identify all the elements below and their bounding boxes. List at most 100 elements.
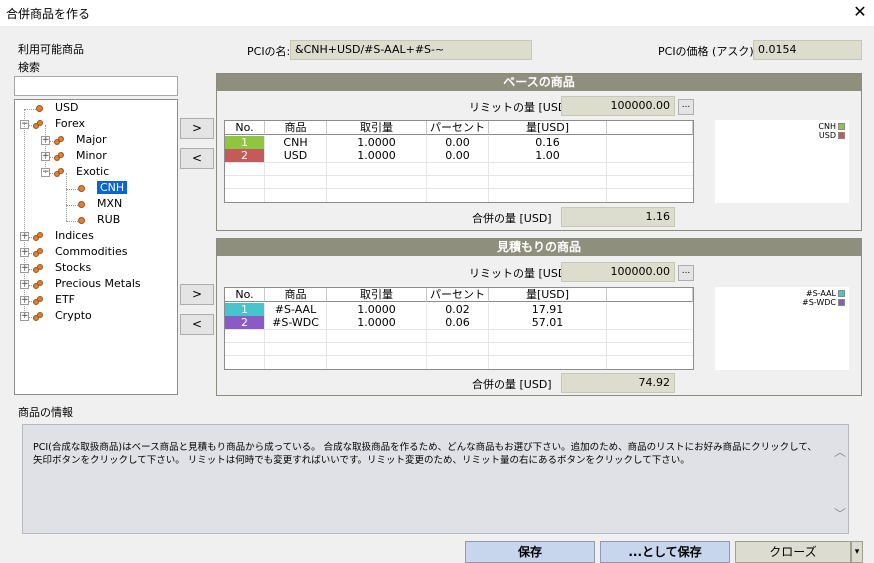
quote-section-title: 見積もりの商品 — [217, 239, 861, 256]
table-cell[interactable]: 1.0000 — [327, 136, 427, 149]
tree-node-label: Commodities — [55, 245, 128, 258]
column-header[interactable]: 商品 — [265, 121, 327, 135]
tree-node[interactable]: CNH — [15, 181, 175, 197]
column-header[interactable]: パーセント — [427, 288, 489, 302]
folder-icon — [33, 248, 43, 257]
row-number[interactable]: 1 — [225, 303, 265, 316]
table-cell[interactable]: USD — [265, 149, 327, 162]
quote-instruments-section: 見積もりの商品 リミットの量 [USD] 100000.00 ... No. 商品… — [216, 238, 862, 396]
instrument-icon — [78, 201, 85, 208]
row-number[interactable]: 1 — [225, 136, 265, 149]
table-cell[interactable]: 0.00 — [427, 149, 489, 162]
table-cell[interactable]: 1.0000 — [327, 316, 427, 329]
table-cell[interactable]: 0.06 — [427, 316, 489, 329]
table-cell[interactable]: 0.00 — [427, 136, 489, 149]
grid-column-line — [264, 136, 265, 202]
quote-legend: #S-AAL #S-WDC — [715, 287, 849, 370]
grid-column-line — [488, 303, 489, 369]
tree-node[interactable]: RUB — [15, 213, 175, 229]
instrument-icon — [78, 217, 85, 224]
instrument-info-label: 商品の情報 — [18, 406, 73, 419]
tree-node[interactable]: + Precious Metals — [15, 277, 175, 293]
table-cell[interactable]: 57.01 — [489, 316, 607, 329]
table-cell[interactable]: 1.0000 — [327, 149, 427, 162]
grid-column-line — [606, 136, 607, 202]
grid-column-line — [426, 303, 427, 369]
folder-icon — [33, 296, 43, 305]
folder-icon — [33, 264, 43, 273]
column-header[interactable]: 取引量 — [327, 121, 427, 135]
add-to-quote-button[interactable]: > — [180, 284, 214, 305]
table-cell[interactable]: #S-WDC — [265, 316, 327, 329]
base-limit-label: リミットの量 [USD] — [469, 101, 571, 114]
tree-node[interactable]: + ETF — [15, 293, 175, 309]
pci-name-field[interactable]: &CNH+USD/#S-AAL+#S-~ — [290, 40, 532, 60]
table-cell[interactable]: 17.91 — [489, 303, 607, 316]
remove-from-base-button[interactable]: < — [180, 148, 214, 169]
legend-item: USD — [819, 131, 845, 140]
column-header — [607, 288, 693, 302]
column-header[interactable]: No. — [225, 121, 265, 135]
legend-label: #S-WDC — [802, 298, 836, 307]
column-header[interactable]: 取引量 — [327, 288, 427, 302]
legend-swatch — [838, 123, 845, 130]
grid-row-line — [225, 175, 693, 176]
tree-node[interactable]: − Exotic — [15, 165, 175, 181]
column-header[interactable]: 量[USD] — [489, 288, 607, 302]
row-number[interactable]: 2 — [225, 149, 265, 162]
table-cell[interactable]: 1.0000 — [327, 303, 427, 316]
row-number[interactable]: 2 — [225, 316, 265, 329]
save-as-button[interactable]: ...として保存 — [600, 541, 730, 563]
quote-instruments-grid: No. 商品 取引量 パーセント 量[USD] 1 #S-AAL 1.0000 0.02 17.9… — [224, 287, 694, 370]
table-cell[interactable]: 0.16 — [489, 136, 607, 149]
scroll-up-icon[interactable]: ︿ — [834, 443, 846, 460]
base-limit-edit-button[interactable]: ... — [678, 99, 694, 115]
tree-node[interactable]: + Major — [15, 133, 175, 149]
folder-icon — [54, 152, 64, 161]
base-total-label: 合併の量 [USD] — [472, 212, 552, 225]
folder-icon — [54, 136, 64, 145]
grid-column-line — [426, 136, 427, 202]
legend-label: USD — [818, 131, 836, 140]
instrument-tree: USD − Forex + Major + Minor − Exotic CNH MXN RUB + In… — [14, 99, 178, 395]
base-section-title: ベースの商品 — [217, 74, 861, 91]
close-icon[interactable]: ✕ — [850, 2, 870, 22]
tree-node[interactable]: − Forex — [15, 117, 175, 133]
column-header[interactable]: パーセント — [427, 121, 489, 135]
tree-node[interactable]: + Stocks — [15, 261, 175, 277]
add-to-base-button[interactable]: > — [180, 118, 214, 139]
quote-limit-edit-button[interactable]: ... — [678, 265, 694, 281]
tree-node-label: Indices — [55, 229, 94, 242]
grid-column-line — [326, 136, 327, 202]
column-header[interactable]: 商品 — [265, 288, 327, 302]
pci-price-label: PCIの価格 (アスク): — [658, 45, 758, 58]
scroll-down-icon[interactable]: ﹀ — [834, 505, 846, 522]
close-button[interactable]: クローズ — [735, 541, 851, 563]
tree-node[interactable]: + Crypto — [15, 309, 175, 325]
tree-node[interactable]: USD — [15, 101, 175, 117]
folder-icon — [33, 312, 43, 321]
column-header[interactable]: 量[USD] — [489, 121, 607, 135]
base-legend: CNH USD — [715, 120, 849, 203]
instrument-info-box: PCI(合成な取扱商品)はベース商品と見積もり商品から成っている。 合成な取扱商… — [22, 424, 849, 534]
table-cell[interactable]: 1.00 — [489, 149, 607, 162]
tree-node[interactable]: MXN — [15, 197, 175, 213]
instrument-info-text: PCI(合成な取扱商品)はベース商品と見積もり商品から成っている。 合成な取扱商… — [33, 442, 817, 466]
window-title: 合併商品を作る — [6, 7, 91, 21]
search-input[interactable] — [14, 76, 178, 96]
tree-node-label: Minor — [76, 149, 107, 162]
tree-node[interactable]: + Minor — [15, 149, 175, 165]
table-cell[interactable]: #S-AAL — [265, 303, 327, 316]
tree-node[interactable]: + Indices — [15, 229, 175, 245]
save-button[interactable]: 保存 — [465, 541, 595, 563]
table-cell[interactable]: 0.02 — [427, 303, 489, 316]
close-dropdown-icon[interactable]: ▾ — [851, 541, 863, 563]
column-header[interactable]: No. — [225, 288, 265, 302]
table-cell[interactable]: CNH — [265, 136, 327, 149]
tree-node-label: RUB — [97, 213, 121, 226]
grid-column-line — [264, 303, 265, 369]
remove-from-quote-button[interactable]: < — [180, 314, 214, 335]
tree-node-label: Stocks — [55, 261, 92, 274]
quote-total-field: 74.92 — [561, 373, 675, 393]
tree-node[interactable]: + Commodities — [15, 245, 175, 261]
